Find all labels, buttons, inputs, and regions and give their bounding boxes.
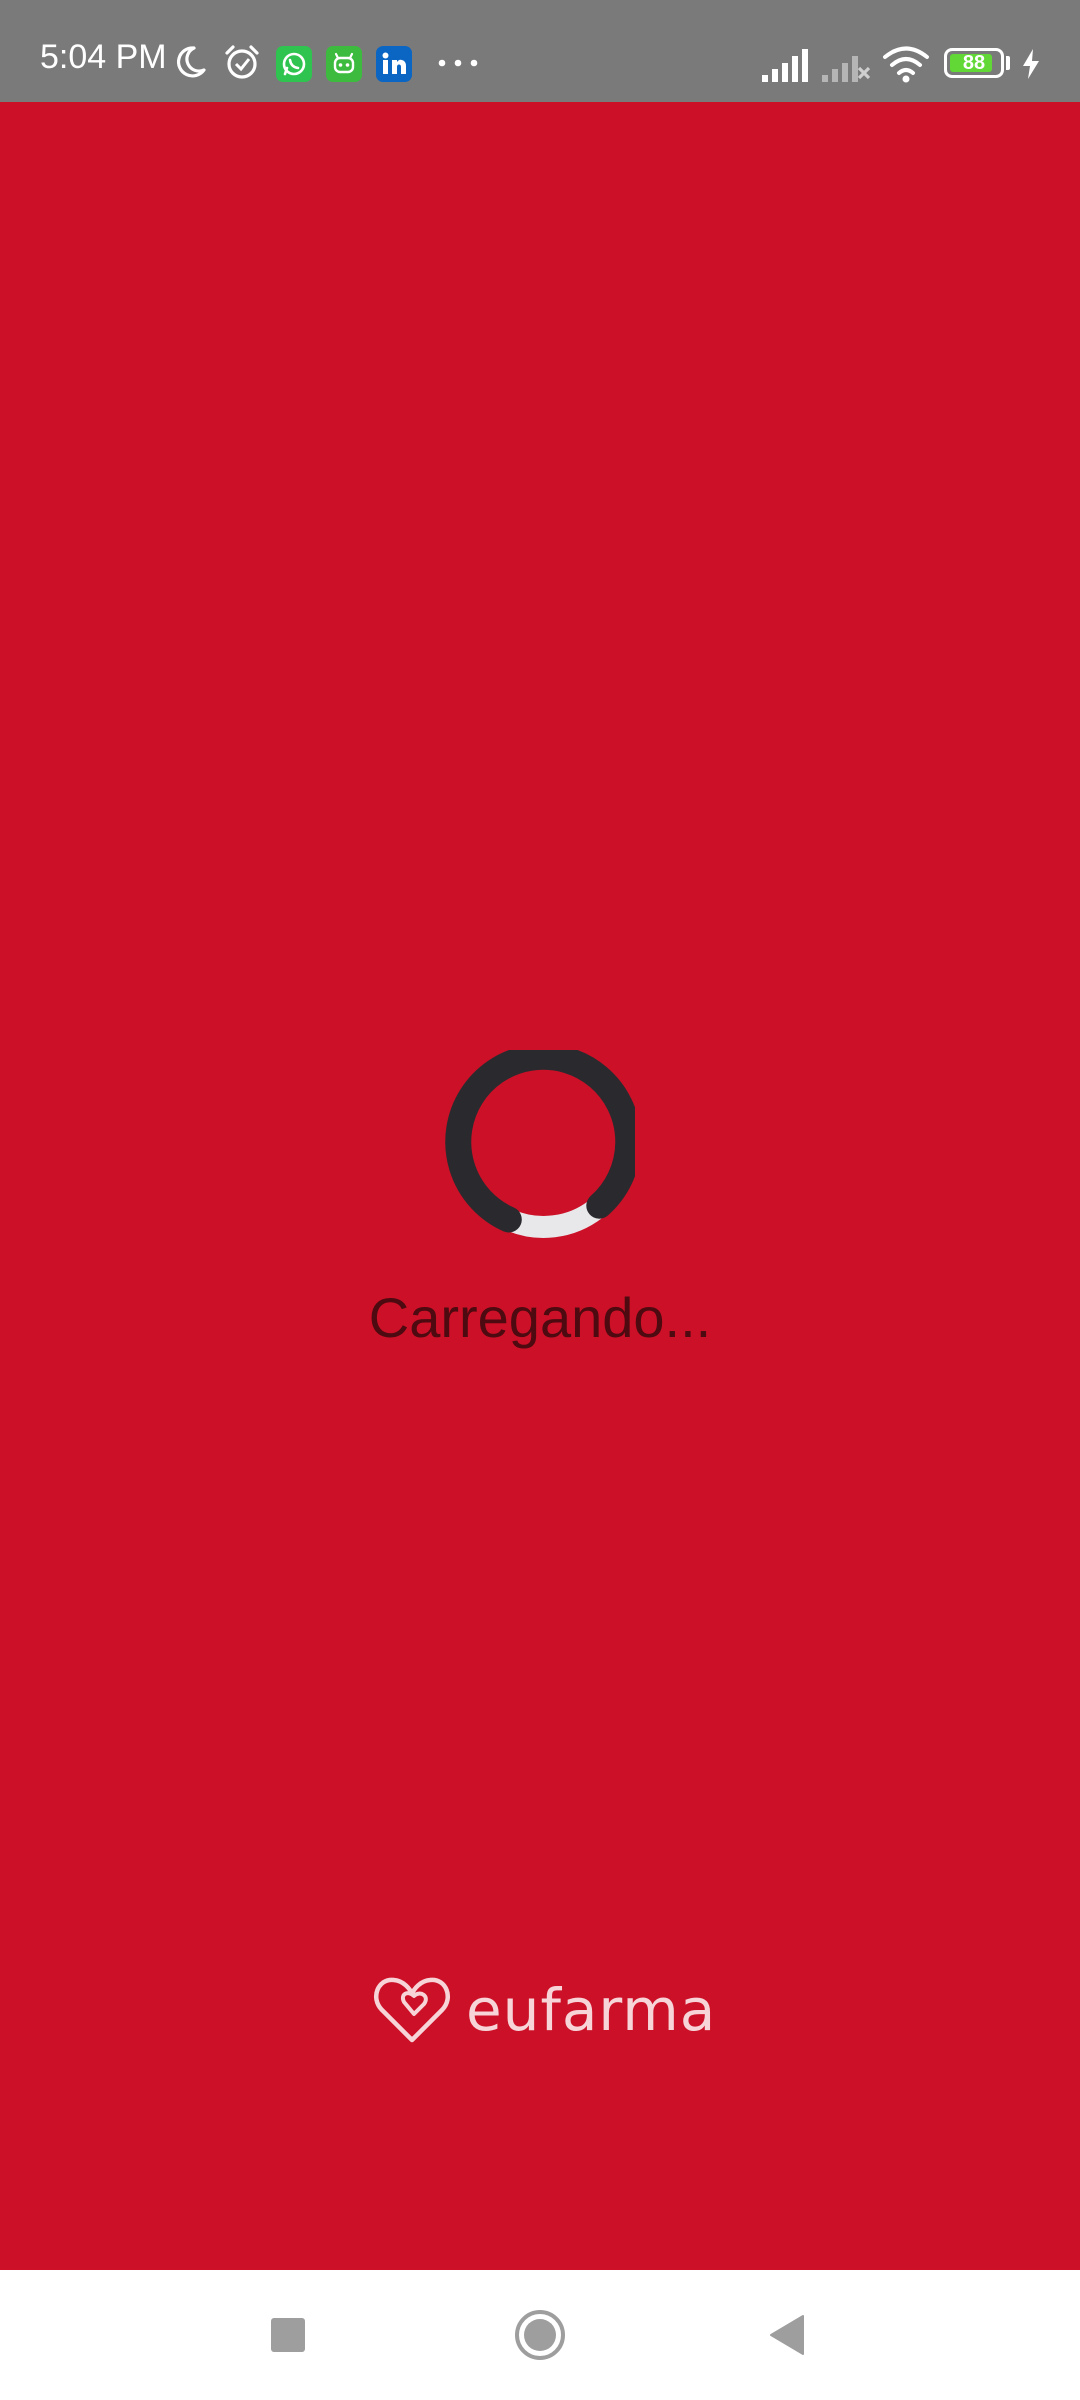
status-bar: 5:04 PM 88 — [0, 0, 1080, 102]
battery-tip — [1006, 56, 1010, 70]
circle-icon — [515, 2310, 565, 2360]
battery-icon: 88 — [944, 48, 1004, 78]
battery-level: 88 — [962, 52, 986, 74]
spinner-track — [504, 1200, 603, 1238]
square-icon — [271, 2318, 305, 2352]
loading-spinner — [445, 1050, 635, 1238]
signal-icon — [762, 49, 808, 82]
spinner-arc — [445, 1050, 635, 1233]
splash-screen: 5:04 PM 88 Carregando... eufarma — [0, 0, 1080, 2400]
navigation-bar — [0, 2270, 1080, 2400]
brand-logo: eufarma — [372, 1970, 716, 2050]
recents-button[interactable] — [253, 2300, 323, 2370]
moon-icon — [177, 46, 206, 78]
loading-text: Carregando... — [368, 1286, 712, 1349]
wifi-icon — [883, 46, 929, 83]
alarm-icon — [225, 45, 259, 79]
more-dots-icon — [438, 59, 478, 67]
charging-icon — [1023, 49, 1039, 79]
whatsapp-icon — [276, 46, 312, 82]
back-triangle-icon — [770, 2315, 804, 2355]
linkedin-icon — [376, 46, 412, 82]
status-time: 5:04 PM — [40, 38, 167, 76]
signal-off-icon — [822, 56, 871, 82]
home-button[interactable] — [505, 2300, 575, 2370]
heart-logo-icon — [374, 1977, 450, 2043]
back-button[interactable] — [752, 2300, 822, 2370]
brand-name: eufarma — [466, 1976, 717, 2044]
android-app-icon — [326, 46, 362, 82]
